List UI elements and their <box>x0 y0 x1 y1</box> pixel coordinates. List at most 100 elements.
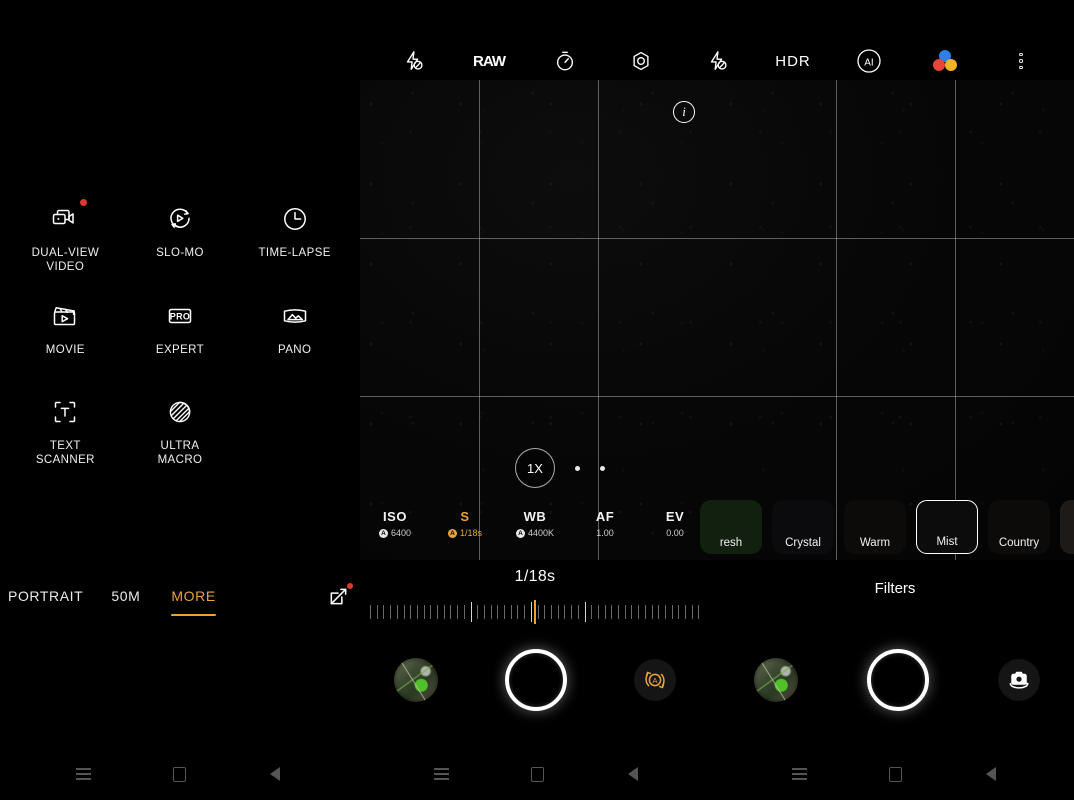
zoom-level-dot[interactable] <box>600 465 605 471</box>
recents-icon <box>791 768 807 780</box>
gallery-thumbnail[interactable] <box>393 658 438 702</box>
filter-chip-country[interactable]: Country <box>988 500 1050 554</box>
pro-control-value: 1/18s <box>459 528 483 538</box>
pro-control-value-row: 1.00 <box>570 528 640 538</box>
back-icon <box>986 767 996 781</box>
slow-motion-icon <box>163 202 197 236</box>
mode-movie[interactable]: MOVIE <box>8 293 123 390</box>
mode-label: PANO <box>277 343 312 356</box>
pro-control-wb[interactable]: WB A 4400K <box>500 509 570 538</box>
mode-label: EXPERT <box>155 343 205 356</box>
recents-button[interactable] <box>787 762 811 786</box>
shutter-speed-dial[interactable]: 1/18s <box>370 568 700 628</box>
hdr-toggle[interactable]: HDR <box>770 44 816 78</box>
svg-text:PRO: PRO <box>170 311 190 321</box>
mode-tab-bar: PORTRAIT 50M MORE <box>0 576 360 616</box>
tab-50m[interactable]: 50M <box>109 584 142 608</box>
home-icon <box>530 766 544 782</box>
mode-time-lapse[interactable]: TIME-LAPSE <box>237 196 352 293</box>
mode-empty-slot <box>237 389 352 486</box>
back-button[interactable] <box>263 762 287 786</box>
pro-control-label: WB <box>523 509 547 524</box>
time-lapse-icon <box>278 202 312 236</box>
nav-group <box>0 748 358 800</box>
raw-toggle[interactable]: RAW <box>466 44 512 78</box>
shutter-speed-indicator <box>534 600 536 624</box>
pro-control-label: S <box>460 509 470 524</box>
pro-control-shutter[interactable]: S A 1/18s <box>430 509 500 538</box>
panorama-icon <box>278 299 312 333</box>
filter-chip-fresh[interactable]: resh <box>700 500 762 554</box>
mode-label: SLO-MO <box>156 247 204 259</box>
mode-dual-view-video[interactable]: DUAL-VIEW VIDEO <box>8 196 123 293</box>
home-button[interactable] <box>883 762 907 786</box>
shutter-speed-ruler[interactable] <box>370 600 700 624</box>
pro-control-value: 6400 <box>390 528 412 538</box>
pro-control-value: 0.00 <box>666 528 684 538</box>
back-button[interactable] <box>621 762 645 786</box>
ultra-macro-icon <box>163 395 197 429</box>
new-badge-dot <box>80 199 88 206</box>
home-icon <box>172 766 186 782</box>
auto-switch-button[interactable]: A <box>634 659 677 701</box>
info-icon[interactable]: i <box>673 101 695 123</box>
zoom-level-1x[interactable]: 1X <box>515 448 555 488</box>
zoom-level-dot[interactable] <box>575 465 580 471</box>
home-button[interactable] <box>167 762 191 786</box>
mode-expert[interactable]: PRO EXPERT <box>123 293 238 390</box>
recents-button[interactable] <box>71 762 95 786</box>
pro-control-iso[interactable]: ISO A 6400 <box>360 509 430 538</box>
more-options-icon[interactable] <box>998 44 1044 78</box>
viewfinder-preview <box>360 80 1074 560</box>
flash-off-icon[interactable] <box>390 44 436 78</box>
flash-off-icon-2[interactable] <box>694 44 740 78</box>
edit-modes-icon[interactable] <box>328 582 353 607</box>
filter-chip-mist[interactable]: Mist <box>916 500 978 554</box>
gallery-thumbnail[interactable] <box>754 658 799 702</box>
auto-badge-icon: A <box>515 528 525 538</box>
zoom-level-label: 1X <box>527 460 543 476</box>
mode-slo-mo[interactable]: SLO-MO <box>123 196 238 293</box>
home-button[interactable] <box>525 762 549 786</box>
recents-icon <box>433 768 449 780</box>
camera-modes-grid: DUAL-VIEW VIDEO SLO-MO TIME-LAPSE MOVIE … <box>0 196 360 486</box>
dual-view-video-icon <box>48 199 88 236</box>
top-toolbar: RAW HDR AI <box>360 40 1074 82</box>
filter-chip-crystal[interactable]: Crystal <box>772 500 834 554</box>
grid-line-vertical <box>479 80 480 560</box>
filters-strip[interactable]: resh Crystal Warm Mist Country Travel Fo… <box>700 496 1074 558</box>
filter-chip-warm[interactable]: Warm <box>844 500 906 554</box>
nav-group <box>358 748 716 800</box>
tab-more[interactable]: MORE <box>169 584 217 616</box>
tab-label: 50M <box>111 588 141 604</box>
pro-control-af[interactable]: AF 1.00 <box>570 509 640 538</box>
color-lens-icon[interactable] <box>922 44 968 78</box>
filter-chip-travel[interactable]: Travel <box>1060 500 1074 554</box>
pro-control-value-row: A 4400K <box>500 528 570 538</box>
mode-pano[interactable]: PANO <box>237 293 352 390</box>
action-bar-left: A <box>360 645 710 715</box>
recents-button[interactable] <box>429 762 453 786</box>
shutter-button[interactable] <box>866 649 929 711</box>
home-icon <box>888 766 902 782</box>
mode-ultra-macro[interactable]: ULTRA MACRO <box>123 389 238 486</box>
tab-label: MORE <box>171 588 216 604</box>
android-navigation-bars <box>0 748 1074 800</box>
aperture-icon[interactable] <box>618 44 664 78</box>
grid-line-vertical <box>955 80 956 560</box>
viewfinder[interactable]: i 1X <box>360 80 1074 560</box>
mode-text-scanner[interactable]: TEXT SCANNER <box>8 389 123 486</box>
nav-group <box>716 748 1074 800</box>
grid-line-vertical <box>836 80 837 560</box>
filters-caption: Filters <box>874 580 916 597</box>
raw-label: RAW <box>473 52 506 70</box>
pro-control-label: AF <box>595 509 615 524</box>
back-button[interactable] <box>979 762 1003 786</box>
tab-portrait[interactable]: PORTRAIT <box>6 584 85 608</box>
new-badge-dot <box>346 582 353 589</box>
mode-label: TIME-LAPSE <box>258 247 331 259</box>
timer-icon[interactable] <box>542 44 588 78</box>
camera-flip-button[interactable] <box>997 659 1040 701</box>
shutter-button[interactable] <box>504 649 567 711</box>
ai-toggle[interactable]: AI <box>846 44 892 78</box>
